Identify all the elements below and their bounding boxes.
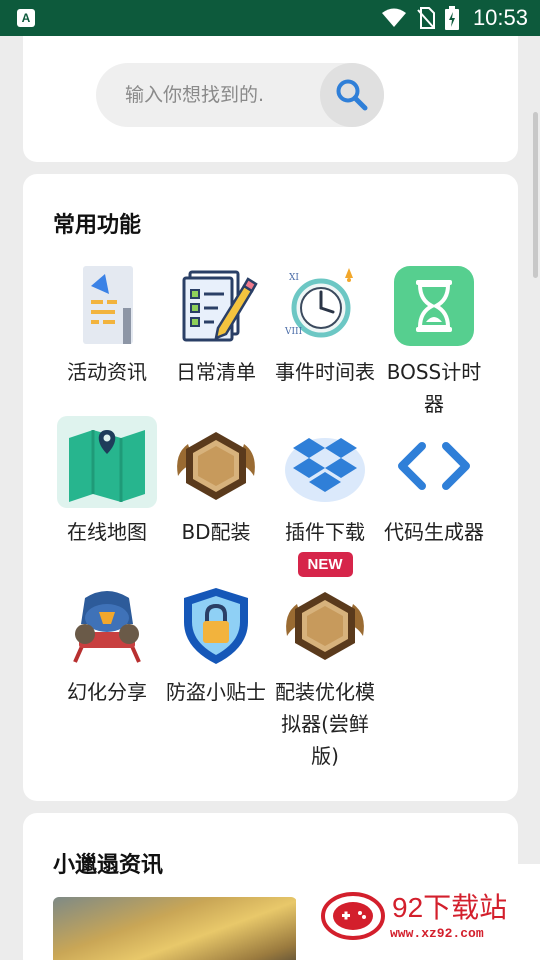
search-bar — [96, 63, 384, 127]
func-boss-timer[interactable]: BOSS计时器 — [379, 264, 489, 420]
func-label: BD配装 — [181, 520, 251, 544]
func-label: 防盗小贴士 — [166, 680, 266, 704]
search-icon — [336, 79, 368, 111]
watermark-name: 92下载站 — [392, 892, 508, 923]
map-icon — [57, 416, 157, 508]
no-sim-icon — [417, 7, 435, 29]
checklist-icon — [174, 264, 258, 348]
search-input[interactable] — [125, 63, 315, 127]
func-activity-news[interactable]: 活动资讯 — [52, 264, 162, 388]
gamepad-logo-icon — [321, 892, 385, 940]
clock: 10:53 — [472, 5, 528, 30]
dropbox-icon — [283, 424, 367, 508]
func-event-schedule[interactable]: XI VIII 事件时间表 — [270, 264, 380, 388]
new-badge: NEW — [297, 552, 353, 577]
func-label: 幻化分享 — [67, 680, 147, 704]
func-bd-build[interactable]: BD配装 — [161, 424, 271, 548]
svg-text:XI: XI — [289, 273, 299, 283]
func-label: 活动资讯 — [67, 360, 147, 384]
func-build-optimizer[interactable]: 配装优化模拟器(尝鲜版) — [270, 584, 380, 772]
hexagon-wings-icon — [283, 584, 367, 668]
scrollbar[interactable] — [533, 112, 538, 278]
func-online-map[interactable]: 在线地图 — [52, 416, 162, 548]
search-button[interactable] — [320, 63, 384, 127]
func-daily-checklist[interactable]: 日常清单 — [161, 264, 271, 388]
svg-text:VIII: VIII — [284, 327, 303, 337]
section-title: 常用功能 — [53, 213, 142, 238]
battery-icon — [444, 6, 459, 30]
search-card — [23, 36, 518, 162]
hourglass-icon — [392, 264, 476, 348]
character-icon — [65, 584, 149, 668]
func-label: 事件时间表 — [275, 360, 375, 384]
news-thumbnail[interactable] — [53, 897, 297, 960]
app-notification-icon: A — [17, 9, 35, 27]
func-anti-theft-tips[interactable]: 防盗小贴士 — [161, 584, 271, 708]
common-functions-card: 常用功能 活动资讯 日常清单 XI VIII 事件时间表 BOSS计时器 在线地… — [23, 174, 518, 801]
func-plugin-download[interactable]: 插件下载 NEW — [270, 424, 380, 577]
func-label: BOSS计时器 — [386, 360, 482, 416]
status-bar: A 10:53 — [0, 0, 540, 36]
watermark-url: www.xz92.com — [390, 926, 484, 941]
code-brackets-icon — [392, 424, 476, 508]
status-icons: 10:53 — [381, 0, 528, 36]
func-transmog-share[interactable]: 幻化分享 — [52, 584, 162, 708]
func-label: 日常清单 — [176, 360, 256, 384]
wifi-icon — [381, 8, 406, 27]
alarm-clock-icon: XI VIII — [283, 264, 367, 348]
section-title: 小邋遢资讯 — [53, 853, 164, 878]
watermark: 92下载站 www.xz92.com — [296, 864, 540, 960]
func-label: 代码生成器 — [384, 520, 484, 544]
hexagon-wings-icon — [174, 424, 258, 508]
func-label: 配装优化模拟器(尝鲜版) — [275, 680, 375, 768]
megaphone-icon — [65, 264, 149, 348]
func-label: 在线地图 — [67, 520, 147, 544]
func-code-generator[interactable]: 代码生成器 — [379, 424, 489, 548]
shield-lock-icon — [174, 584, 258, 668]
func-label: 插件下载 — [285, 520, 365, 544]
